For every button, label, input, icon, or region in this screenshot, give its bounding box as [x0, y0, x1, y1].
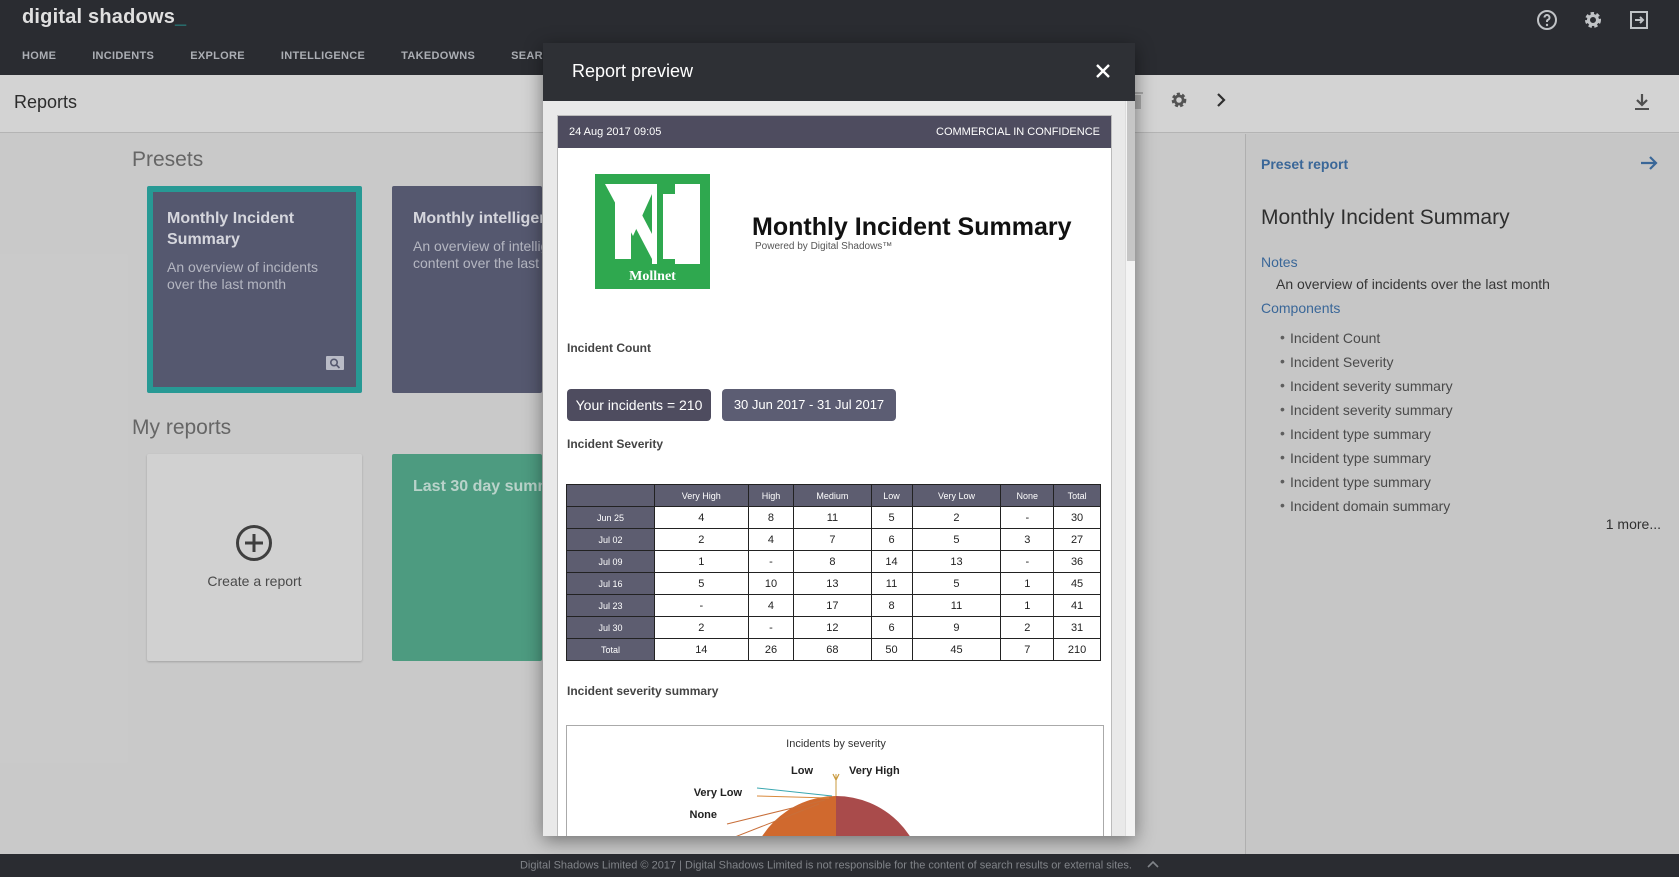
- table-cell: 8: [793, 550, 872, 573]
- doc-heading: Monthly Incident Summary: [752, 213, 1072, 241]
- row-label-cell: Jul 23: [566, 594, 655, 617]
- company-logo: Mollnet: [595, 174, 710, 289]
- table-cell: 1: [654, 550, 749, 573]
- report-document: 24 Aug 2017 09:05 COMMERCIAL IN CONFIDEN…: [557, 115, 1112, 836]
- table-row: Jul 16 5 10 13 11 5 1 45: [566, 572, 1101, 595]
- table-row: Jul 09 1-8 14 13-36: [566, 550, 1101, 573]
- date-range-pill: 30 Jun 2017 - 31 Jul 2017: [722, 389, 896, 421]
- scrollbar-thumb[interactable]: [1127, 101, 1135, 261]
- table-cell: 2: [654, 528, 749, 551]
- table-cell: 2: [654, 616, 749, 639]
- logo-text: Mollnet: [629, 269, 676, 284]
- table-header-cell: Total: [1053, 484, 1101, 507]
- table-row: Jun 25 4 8 11 5 2-30: [566, 506, 1101, 529]
- severity-table: Very High High Medium Low Very Low None …: [566, 484, 1101, 661]
- table-cell: 2: [1000, 616, 1055, 639]
- doc-date: 24 Aug 2017 09:05: [569, 126, 662, 138]
- table-header-cell: High: [747, 484, 795, 507]
- chart-label-very-high: Very High: [849, 765, 900, 777]
- close-icon[interactable]: [1091, 59, 1115, 83]
- row-label-cell: Jul 02: [566, 528, 655, 551]
- table-header-cell: Medium: [793, 484, 872, 507]
- table-cell: 6: [870, 528, 913, 551]
- chart-label-none: None: [690, 809, 718, 821]
- table-row: Jul 23-4 17 8 11 1 41: [566, 594, 1101, 617]
- table-cell: 9: [911, 616, 1002, 639]
- modal-body[interactable]: 24 Aug 2017 09:05 COMMERCIAL IN CONFIDEN…: [543, 101, 1135, 836]
- table-cell: 5: [870, 506, 913, 529]
- table-cell: 45: [1053, 572, 1101, 595]
- table-header-row: Very High High Medium Low Very Low None …: [566, 484, 1101, 507]
- severity-summary-heading: Incident severity summary: [567, 684, 719, 698]
- table-cell: 68: [793, 638, 872, 661]
- pie-slice-very-high: [836, 796, 910, 836]
- table-cell: 14: [870, 550, 913, 573]
- table-cell: 4: [747, 528, 795, 551]
- table-cell: 1: [1000, 594, 1055, 617]
- modal-scrollbar[interactable]: [1125, 101, 1135, 836]
- table-cell: 5: [654, 572, 749, 595]
- table-row: Jul 02 2 4 7 6 5 3 27: [566, 528, 1101, 551]
- incident-severity-heading: Incident Severity: [567, 437, 664, 451]
- table-cell: 41: [1053, 594, 1101, 617]
- table-cell: 11: [911, 594, 1002, 617]
- report-preview-modal: Report preview 24 Aug 2017 09:05 COMMERC…: [543, 43, 1135, 836]
- table-cell: 7: [1000, 638, 1055, 661]
- table-cell: 2: [911, 506, 1002, 529]
- table-cell: 45: [911, 638, 1002, 661]
- table-cell: 6: [870, 616, 913, 639]
- row-label-cell: Total: [566, 638, 655, 661]
- row-label-cell: Jul 16: [566, 572, 655, 595]
- table-cell: 4: [654, 506, 749, 529]
- table-cell: 36: [1053, 550, 1101, 573]
- table-cell: 27: [1053, 528, 1101, 551]
- table-cell: -: [747, 616, 795, 639]
- table-cell: 1: [1000, 572, 1055, 595]
- table-cell: 4: [747, 594, 795, 617]
- table-header-cell: Low: [870, 484, 913, 507]
- table-cell: -: [1000, 506, 1055, 529]
- table-cell: -: [1000, 550, 1055, 573]
- table-row: Jul 30 2-12 6 9 2 31: [566, 616, 1101, 639]
- table-cell: 5: [911, 572, 1002, 595]
- table-cell: 13: [911, 550, 1002, 573]
- table-cell: 3: [1000, 528, 1055, 551]
- table-cell: 31: [1053, 616, 1101, 639]
- doc-confidential: COMMERCIAL IN CONFIDENCE: [936, 126, 1100, 138]
- chart-label-very-low: Very Low: [694, 787, 743, 799]
- table-cell: 30: [1053, 506, 1101, 529]
- table-cell: 14: [654, 638, 749, 661]
- table-cell: 26: [747, 638, 795, 661]
- table-cell: 13: [793, 572, 872, 595]
- incident-count-heading: Incident Count: [567, 341, 651, 355]
- table-cell: 17: [793, 594, 872, 617]
- table-cell: 210: [1053, 638, 1101, 661]
- table-cell: 11: [793, 506, 872, 529]
- modal-title: Report preview: [572, 61, 694, 81]
- row-label-cell: Jun 25: [566, 506, 655, 529]
- table-cell: 8: [870, 594, 913, 617]
- row-label-cell: Jul 09: [566, 550, 655, 573]
- incident-count-pill: Your incidents = 210: [567, 389, 711, 421]
- chart-label-low: Low: [791, 765, 813, 777]
- table-header-cell: Very Low: [911, 484, 1002, 507]
- doc-header-band: 24 Aug 2017 09:05 COMMERCIAL IN CONFIDEN…: [558, 116, 1111, 148]
- table-cell: 11: [870, 572, 913, 595]
- table-header-cell: [566, 484, 655, 507]
- table-cell: 50: [870, 638, 913, 661]
- table-cell: 10: [747, 572, 795, 595]
- table-cell: 7: [793, 528, 872, 551]
- table-header-cell: Very High: [654, 484, 749, 507]
- row-label-cell: Jul 30: [566, 616, 655, 639]
- doc-powered-by: Powered by Digital Shadows™: [755, 241, 893, 252]
- table-cell: 8: [747, 506, 795, 529]
- severity-pie-chart: Incidents by severity Low Very High Very…: [566, 725, 1104, 836]
- table-cell: 5: [911, 528, 1002, 551]
- table-cell: -: [747, 550, 795, 573]
- table-cell: 12: [793, 616, 872, 639]
- table-header-cell: None: [1000, 484, 1055, 507]
- table-row: Total 14 26 68 50 45 7 210: [566, 638, 1101, 661]
- table-cell: -: [654, 594, 749, 617]
